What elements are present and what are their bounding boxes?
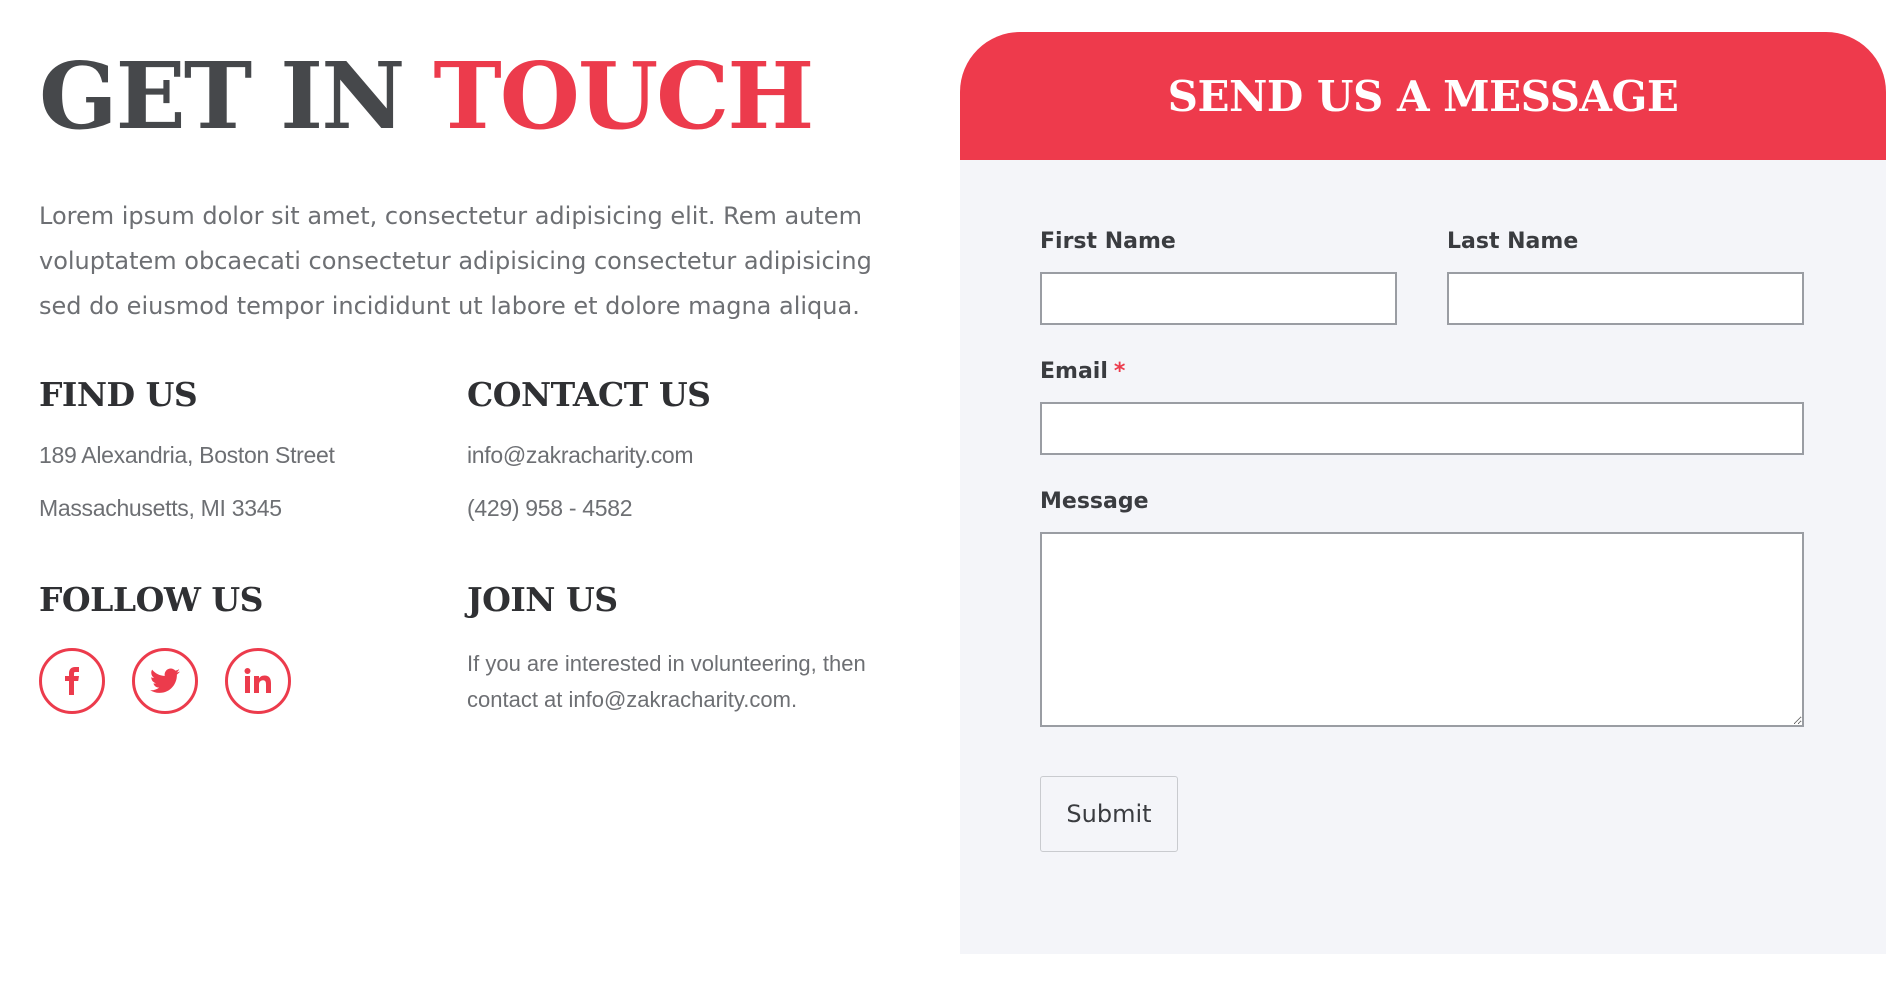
- message-field: Message: [1040, 488, 1804, 731]
- find-us-title: FIND US: [39, 375, 198, 414]
- twitter-link[interactable]: [132, 648, 198, 714]
- facebook-icon: [65, 667, 79, 695]
- page-title: GET IN TOUCH: [39, 40, 899, 152]
- join-us-block: JOIN US If you are interested in volunte…: [467, 580, 887, 718]
- message-form-card: SEND US A MESSAGE First Name Last Name E…: [960, 32, 1886, 954]
- linkedin-icon: [244, 668, 271, 693]
- email-input[interactable]: [1040, 402, 1804, 455]
- follow-us-block: FOLLOW US: [39, 580, 459, 714]
- email-label-row: Email *: [1040, 358, 1804, 386]
- required-asterisk: *: [1113, 359, 1126, 384]
- contact-phone: (429) 958 - 4582: [467, 495, 633, 521]
- address-line-1: 189 Alexandria, Boston Street: [39, 442, 335, 468]
- facebook-link[interactable]: [39, 648, 105, 714]
- submit-button[interactable]: Submit: [1040, 776, 1178, 852]
- address-line-2: Massachusetts, MI 3345: [39, 495, 282, 521]
- contact-form: First Name Last Name Email * Message Subm…: [1040, 228, 1804, 852]
- contact-us-block: CONTACT US info@zakracharity.com (429) 9…: [467, 375, 887, 522]
- email-field: Email *: [1040, 358, 1804, 455]
- contact-page: GET IN TOUCH Lorem ipsum dolor sit amet,…: [0, 0, 1900, 1003]
- message-textarea[interactable]: [1040, 532, 1804, 727]
- contact-info-section: GET IN TOUCH Lorem ipsum dolor sit amet,…: [39, 40, 899, 714]
- find-us-block: FIND US 189 Alexandria, Boston Street Ma…: [39, 375, 459, 522]
- message-label: Message: [1040, 489, 1149, 514]
- page-title-part-dark: GET IN: [39, 42, 405, 150]
- first-name-field: First Name: [1040, 228, 1397, 325]
- name-row: First Name Last Name: [1040, 228, 1804, 325]
- linkedin-link[interactable]: [225, 648, 291, 714]
- intro-text: Lorem ipsum dolor sit amet, consectetur …: [39, 202, 872, 320]
- join-us-title: JOIN US: [467, 580, 618, 619]
- first-name-input[interactable]: [1040, 272, 1397, 325]
- last-name-field: Last Name: [1447, 228, 1804, 325]
- twitter-icon: [150, 668, 180, 693]
- last-name-label: Last Name: [1447, 229, 1579, 254]
- contact-us-title: CONTACT US: [467, 375, 711, 414]
- page-title-part-red: TOUCH: [433, 42, 814, 150]
- join-us-text: If you are interested in volunteering, t…: [467, 651, 866, 712]
- form-header: SEND US A MESSAGE: [960, 32, 1886, 160]
- form-title: SEND US A MESSAGE: [1167, 71, 1679, 121]
- social-links: [39, 648, 459, 714]
- last-name-input[interactable]: [1447, 272, 1804, 325]
- email-label: Email: [1040, 359, 1108, 384]
- follow-us-title: FOLLOW US: [39, 580, 264, 619]
- contact-email: info@zakracharity.com: [467, 442, 694, 468]
- first-name-label: First Name: [1040, 229, 1176, 254]
